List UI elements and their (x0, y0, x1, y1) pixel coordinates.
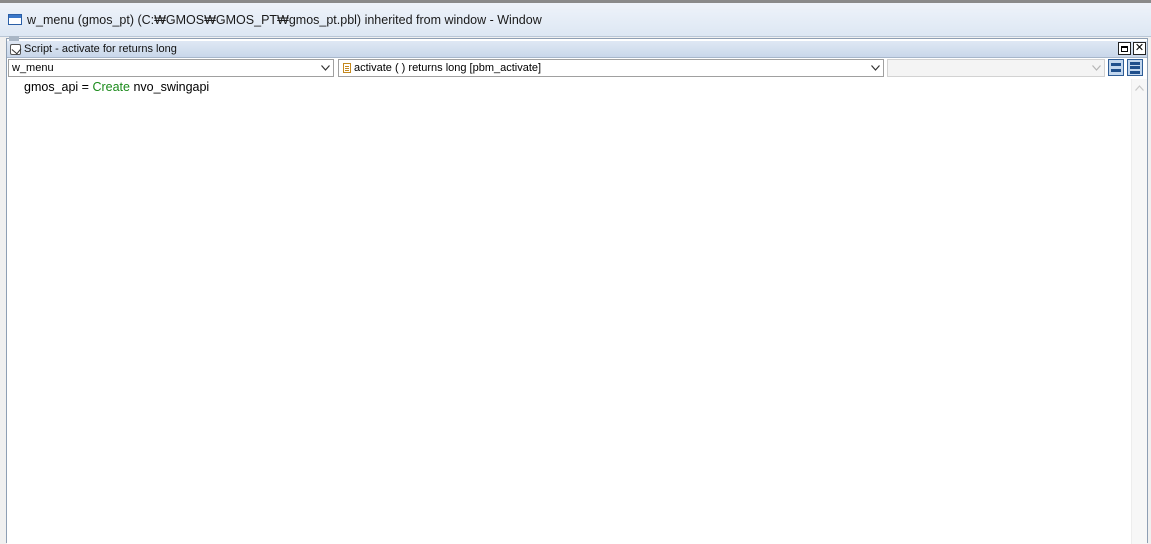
chevron-down-icon[interactable] (1088, 60, 1104, 76)
script-title-bar[interactable]: Script - activate for returns long ✕ (7, 41, 1147, 58)
event-select[interactable]: activate ( ) returns long [pbm_activate] (338, 59, 884, 77)
ancestor-select[interactable] (887, 59, 1105, 77)
window-icon (8, 14, 22, 25)
event-icon (343, 63, 351, 73)
maximize-button[interactable] (1118, 42, 1131, 55)
vertical-scrollbar[interactable] (1131, 79, 1147, 544)
code-keyword: Create (92, 80, 130, 94)
close-button[interactable]: ✕ (1133, 42, 1146, 55)
split-view-icon[interactable] (1108, 59, 1124, 76)
window-title: w_menu (gmos_pt) (C:₩GMOS₩GMOS_PT₩gmos_p… (27, 12, 542, 27)
chevron-up-icon[interactable] (1132, 81, 1147, 95)
chevron-down-icon[interactable] (317, 60, 333, 76)
code-line: gmos_api = Create nvo_swingapi (24, 80, 209, 94)
script-painter: Script - activate for returns long ✕ w_m… (6, 36, 1148, 544)
split-view-icon[interactable] (1127, 59, 1143, 76)
chevron-down-icon[interactable] (867, 60, 883, 76)
window-title-bar[interactable]: w_menu (gmos_pt) (C:₩GMOS₩GMOS_PT₩gmos_p… (0, 3, 1151, 37)
script-icon (10, 43, 21, 55)
script-title: Script - activate for returns long (24, 43, 177, 55)
event-select-value: activate ( ) returns long [pbm_activate] (354, 62, 542, 74)
object-select-value: w_menu (12, 62, 54, 74)
script-editor[interactable]: gmos_api = Create nvo_swingapi (7, 79, 1131, 544)
code-text: nvo_swingapi (129, 80, 210, 94)
code-text: gmos_api = (24, 80, 93, 94)
object-select[interactable]: w_menu (8, 59, 334, 77)
